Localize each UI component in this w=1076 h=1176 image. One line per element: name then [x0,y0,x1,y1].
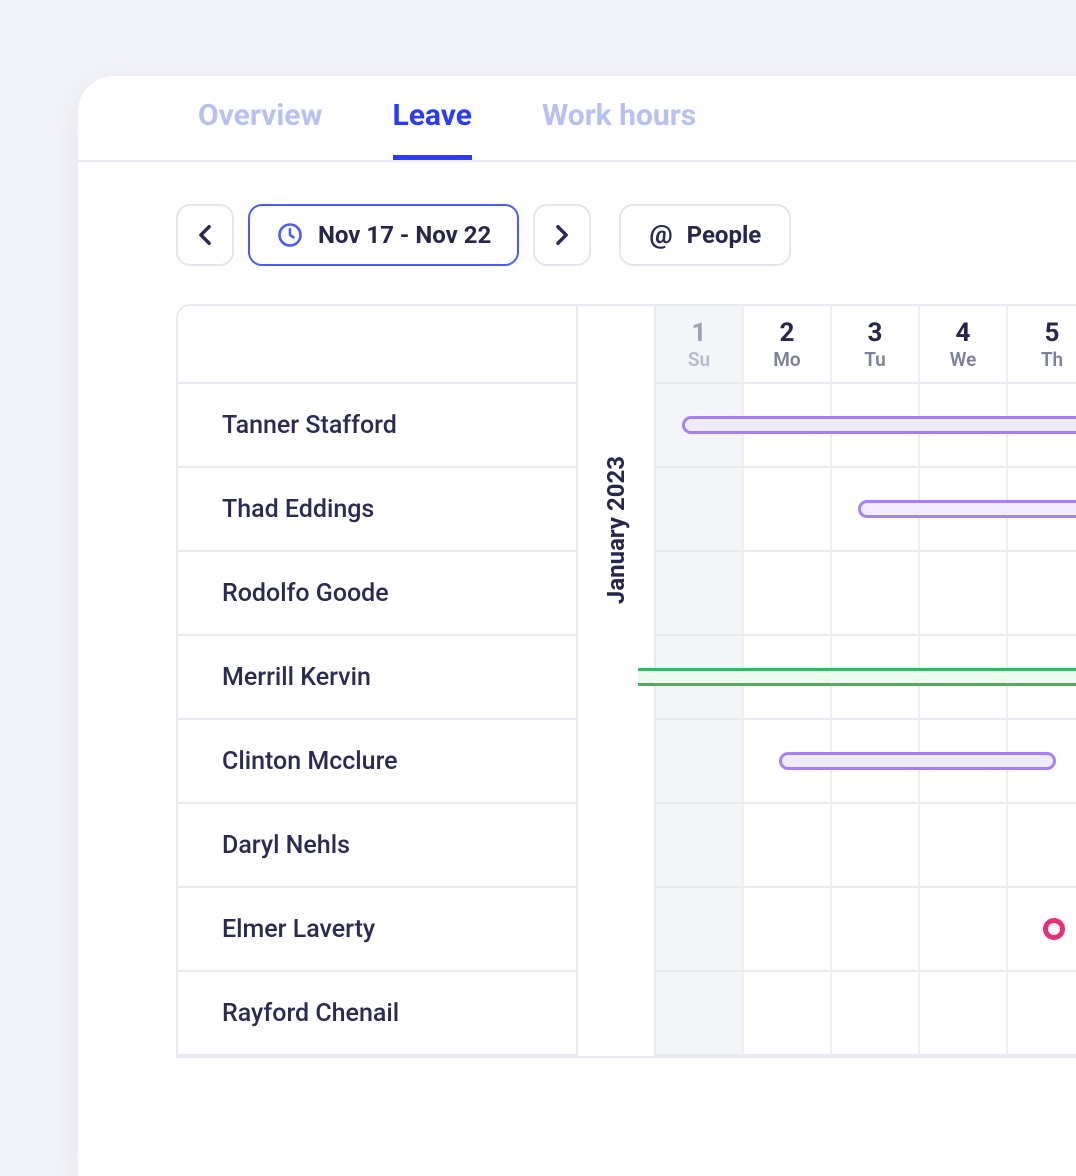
days-header: 1Su2Mo3Tu4We5Th [656,306,1076,384]
person-row[interactable]: Daryl Nehls [178,804,576,888]
timeline-cell[interactable] [1008,552,1076,634]
timeline-row [656,384,1076,468]
timeline-cell[interactable] [656,804,744,886]
people-filter-button[interactable]: @ People [619,204,791,266]
leave-bar[interactable] [682,416,1076,434]
month-label: January 2023 [602,456,630,604]
person-row[interactable]: Merrill Kervin [178,636,576,720]
timeline-cell[interactable] [832,552,920,634]
timeline-cell[interactable] [832,804,920,886]
timeline-row [656,888,1076,972]
person-row[interactable]: Rodolfo Goode [178,552,576,636]
timeline-cell[interactable] [656,972,744,1054]
timeline-cell[interactable] [920,804,1008,886]
next-button[interactable] [533,204,591,266]
chevron-left-icon [198,224,212,246]
names-column: Tanner StaffordThad EddingsRodolfo Goode… [178,306,578,1056]
day-number: 1 [692,318,707,348]
timeline-cell[interactable] [656,888,744,970]
day-number: 5 [1045,318,1060,348]
timeline-cell[interactable] [920,552,1008,634]
day-weekday: Mo [773,348,800,371]
day-number: 3 [868,318,883,348]
prev-button[interactable] [176,204,234,266]
tab-leave[interactable]: Leave [393,98,472,160]
timeline-cell[interactable] [656,468,744,550]
day-header[interactable]: 2Mo [744,306,832,382]
date-range-button[interactable]: Nov 17 - Nov 22 [248,204,519,266]
app-card: Overview Leave Work hours Nov 17 - Nov 2… [78,76,1076,1176]
day-header[interactable]: 4We [920,306,1008,382]
days-column: 1Su2Mo3Tu4We5Th [656,306,1076,1056]
timeline-row [656,552,1076,636]
day-weekday: Su [688,348,710,371]
day-number: 4 [956,318,971,348]
leave-bar[interactable] [858,500,1076,518]
clock-icon [276,221,304,249]
timeline-row [656,720,1076,804]
controls-row: Nov 17 - Nov 22 @ People [78,162,1076,266]
person-row[interactable]: Elmer Laverty [178,888,576,972]
timeline-cell[interactable] [1008,972,1076,1054]
timeline-cell[interactable] [920,972,1008,1054]
timeline-cell[interactable] [656,552,744,634]
timeline-cell[interactable] [744,468,832,550]
chevron-right-icon [555,224,569,246]
names-header [178,306,576,384]
tab-work-hours[interactable]: Work hours [542,98,696,160]
timeline-row [656,804,1076,888]
person-row[interactable]: Rayford Chenail [178,972,576,1056]
timeline-cell[interactable] [744,804,832,886]
days-body [656,384,1076,1056]
timeline-row [656,636,1076,720]
timeline-cell[interactable] [656,720,744,802]
people-filter-label: People [687,221,762,249]
timeline-row [656,972,1076,1056]
day-number: 2 [780,318,795,348]
timeline-row [656,468,1076,552]
timeline-cell[interactable] [744,888,832,970]
leave-bar[interactable] [779,752,1056,770]
timeline-cell[interactable] [744,972,832,1054]
at-icon: @ [649,220,672,250]
day-header[interactable]: 5Th [1008,306,1076,382]
day-header[interactable]: 3Tu [832,306,920,382]
person-row[interactable]: Clinton Mcclure [178,720,576,804]
tabs-bar: Overview Leave Work hours [78,76,1076,162]
person-row[interactable]: Tanner Stafford [178,384,576,468]
tab-overview[interactable]: Overview [198,98,323,160]
person-row[interactable]: Thad Eddings [178,468,576,552]
timeline-cell[interactable] [1008,888,1076,970]
timeline-cell[interactable] [832,888,920,970]
day-weekday: Tu [864,348,886,371]
day-header[interactable]: 1Su [656,306,744,382]
leave-bar[interactable] [638,668,1076,686]
day-weekday: Th [1041,348,1063,371]
timeline-cell[interactable] [1008,804,1076,886]
timeline-cell[interactable] [744,552,832,634]
leave-timeline: Tanner StaffordThad EddingsRodolfo Goode… [176,304,1076,1058]
day-weekday: We [950,348,977,371]
timeline-cell[interactable] [832,972,920,1054]
date-range-label: Nov 17 - Nov 22 [318,221,491,249]
timeline-cell[interactable] [920,888,1008,970]
